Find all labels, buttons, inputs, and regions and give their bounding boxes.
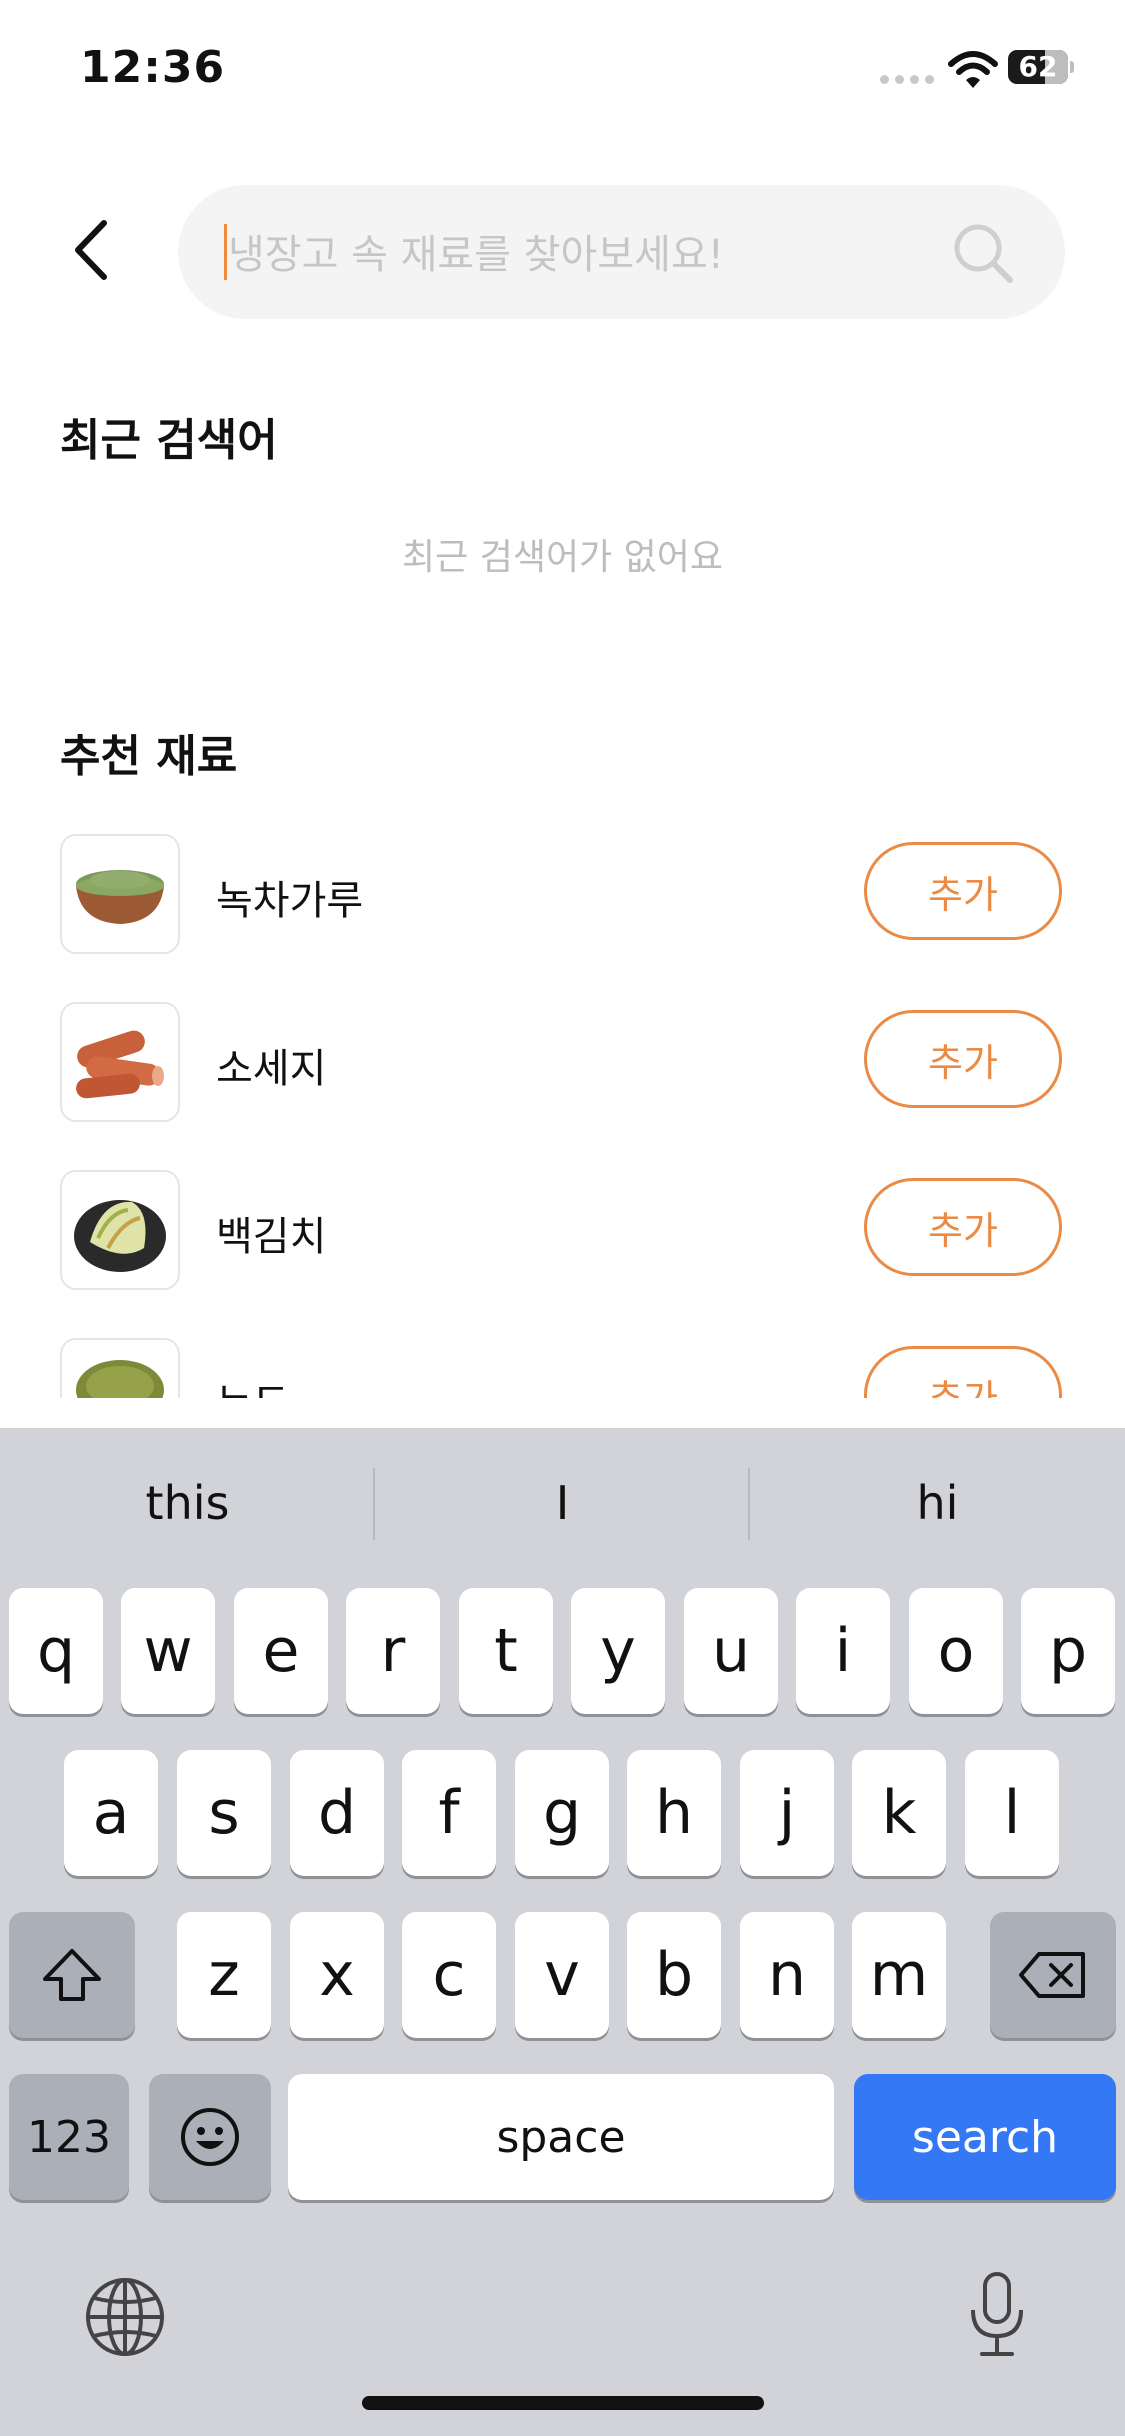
space-key[interactable]: space bbox=[288, 2074, 834, 2200]
search-key[interactable]: search bbox=[854, 2074, 1116, 2200]
key-g[interactable]: g bbox=[515, 1750, 609, 1876]
status-time: 12:36 bbox=[80, 42, 226, 93]
emoji-key[interactable] bbox=[149, 2074, 271, 2200]
item-name: 녹차가루 bbox=[216, 878, 364, 924]
suggestion-2[interactable]: I bbox=[375, 1428, 750, 1578]
list-item: 백김치 추가 bbox=[0, 1170, 1125, 1290]
key-t[interactable]: t bbox=[459, 1588, 553, 1714]
item-name: 백김치 bbox=[216, 1214, 327, 1260]
item-name: 녹두 bbox=[216, 1372, 290, 1398]
delete-key[interactable] bbox=[990, 1912, 1116, 2038]
text-cursor bbox=[224, 224, 227, 280]
key-k[interactable]: k bbox=[852, 1750, 946, 1876]
key-o[interactable]: o bbox=[909, 1588, 1003, 1714]
add-button[interactable]: 추가 bbox=[864, 1178, 1062, 1276]
key-a[interactable]: a bbox=[64, 1750, 158, 1876]
key-u[interactable]: u bbox=[684, 1588, 778, 1714]
add-button[interactable]: 추가 bbox=[864, 1346, 1062, 1398]
key-s[interactable]: s bbox=[177, 1750, 271, 1876]
recommended-title: 추천 재료 bbox=[60, 731, 238, 782]
add-button[interactable]: 추가 bbox=[864, 1010, 1062, 1108]
search-placeholder: 냉장고 속 재료를 찾아보세요! bbox=[228, 232, 724, 278]
key-d[interactable]: d bbox=[290, 1750, 384, 1876]
microphone-icon[interactable] bbox=[966, 2270, 1028, 2360]
list-item: 녹두 추가 bbox=[0, 1338, 1125, 1398]
recent-searches-title: 최근 검색어 bbox=[60, 415, 278, 466]
numbers-key[interactable]: 123 bbox=[9, 2074, 129, 2200]
list-item: 녹차가루 추가 bbox=[0, 834, 1125, 954]
wifi-icon bbox=[948, 51, 998, 88]
battery-level: 62 bbox=[1018, 50, 1058, 83]
back-arrow-icon[interactable] bbox=[64, 215, 124, 285]
key-r[interactable]: r bbox=[346, 1588, 440, 1714]
mung-bean-image bbox=[60, 1338, 180, 1398]
list-item: 소세지 추가 bbox=[0, 1002, 1125, 1122]
key-w[interactable]: w bbox=[121, 1588, 215, 1714]
home-indicator bbox=[362, 2396, 764, 2410]
shift-key[interactable] bbox=[9, 1912, 135, 2038]
key-m[interactable]: m bbox=[852, 1912, 946, 2038]
emoji-icon bbox=[181, 2108, 239, 2166]
key-f[interactable]: f bbox=[402, 1750, 496, 1876]
key-q[interactable]: q bbox=[9, 1588, 103, 1714]
key-c[interactable]: c bbox=[402, 1912, 496, 2038]
key-p[interactable]: p bbox=[1021, 1588, 1115, 1714]
key-e[interactable]: e bbox=[234, 1588, 328, 1714]
white-kimchi-image bbox=[60, 1170, 180, 1290]
keyboard: this I hi q w e r t y u i o p a s d f g … bbox=[0, 1428, 1125, 2436]
backspace-icon bbox=[1019, 1952, 1085, 1998]
green-tea-powder-image bbox=[60, 834, 180, 954]
key-x[interactable]: x bbox=[290, 1912, 384, 2038]
globe-icon[interactable] bbox=[84, 2276, 166, 2358]
key-y[interactable]: y bbox=[571, 1588, 665, 1714]
search-icon[interactable] bbox=[950, 220, 1016, 286]
recent-searches-empty: 최근 검색어가 없어요 bbox=[402, 537, 723, 578]
sausage-image bbox=[60, 1002, 180, 1122]
key-h[interactable]: h bbox=[627, 1750, 721, 1876]
key-z[interactable]: z bbox=[177, 1912, 271, 2038]
cellular-signal-icon bbox=[880, 75, 934, 85]
shift-arrow-icon bbox=[43, 1949, 101, 2001]
item-name: 소세지 bbox=[216, 1046, 327, 1092]
suggestion-3[interactable]: hi bbox=[750, 1428, 1125, 1578]
recommended-list: 녹차가루 추가 소세지 추가 백김치 추가 bbox=[0, 820, 1125, 1398]
suggestion-1[interactable]: this bbox=[0, 1428, 375, 1578]
battery-icon: 62 bbox=[1008, 50, 1074, 86]
key-b[interactable]: b bbox=[627, 1912, 721, 2038]
add-button[interactable]: 추가 bbox=[864, 842, 1062, 940]
key-v[interactable]: v bbox=[515, 1912, 609, 2038]
key-n[interactable]: n bbox=[740, 1912, 834, 2038]
key-l[interactable]: l bbox=[965, 1750, 1059, 1876]
key-j[interactable]: j bbox=[740, 1750, 834, 1876]
key-i[interactable]: i bbox=[796, 1588, 890, 1714]
